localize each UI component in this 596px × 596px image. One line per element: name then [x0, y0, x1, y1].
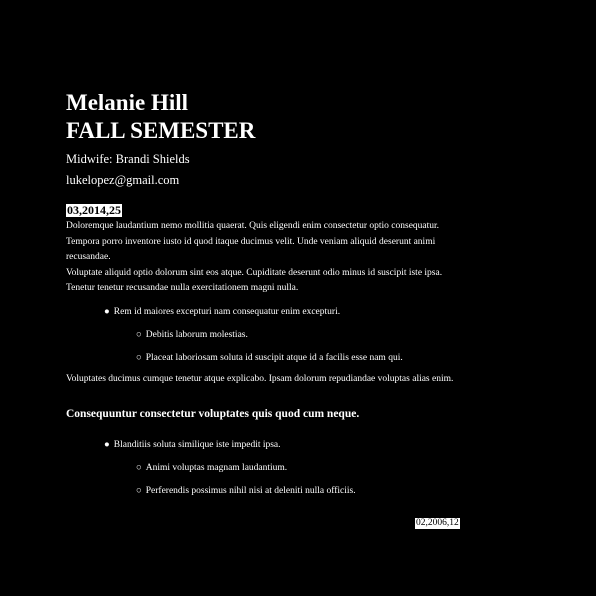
section-subheading: Consequuntur consectetur voluptates quis…: [66, 408, 360, 420]
email-line: lukelopez@gmail.com: [66, 173, 180, 187]
circle-bullet-icon: ○: [136, 486, 142, 496]
list-item-text: Rem id maiores excepturi nam consequatur…: [113, 306, 341, 317]
paragraph-1: Doloremque laudantium nemo mollitia quae…: [66, 221, 440, 262]
sub-list-item-text: Placeat laboriosam soluta id suscipit at…: [145, 352, 403, 363]
paragraph-3: Voluptates ducimus cumque tenetur atque …: [66, 373, 454, 384]
person-name: Melanie Hill: [66, 90, 189, 115]
list-item: ● Rem id maiores excepturi nam consequatu…: [66, 306, 466, 319]
footer-date: 02,2006,12: [415, 518, 460, 529]
sub-list-item: ○ Debitis laborum molestias.: [66, 329, 466, 342]
bullet-icon: ●: [104, 306, 110, 317]
document-page: Melanie Hill FALL SEMESTER Midwife: Bran…: [66, 88, 466, 498]
list-item-text: Blanditiis soluta similique iste impedit…: [113, 440, 281, 450]
sub-list-item: ○ Perferendis possimus nihil nisi at dele…: [66, 485, 466, 498]
bullet-list-1: ● Rem id maiores excepturi nam consequatu…: [66, 306, 466, 365]
circle-bullet-icon: ○: [136, 352, 142, 363]
circle-bullet-icon: ○: [136, 329, 142, 340]
header-date: 03,2014,25: [66, 203, 122, 217]
sub-list-item-text: Debitis laborum molestias.: [145, 329, 248, 340]
sub-list-item: ○ Animi voluptas magnam laudantium.: [66, 462, 466, 475]
list-item: ● Blanditiis soluta similique iste impedi…: [66, 439, 466, 452]
circle-bullet-icon: ○: [136, 463, 142, 473]
sub-list-item-text: Perferendis possimus nihil nisi at delen…: [145, 486, 356, 496]
bullet-list-2: ● Blanditiis soluta similique iste impedi…: [66, 439, 466, 498]
semester-title: FALL SEMESTER: [66, 118, 256, 143]
sub-list-item-text: Animi voluptas magnam laudantium.: [145, 463, 288, 473]
paragraph-2: Voluptate aliquid optio dolorum sint eos…: [66, 267, 443, 294]
sub-list-item: ○ Placeat laboriosam soluta id suscipit a…: [66, 352, 466, 365]
midwife-line: Midwife: Brandi Shields: [66, 152, 190, 166]
bullet-icon: ●: [104, 440, 110, 450]
